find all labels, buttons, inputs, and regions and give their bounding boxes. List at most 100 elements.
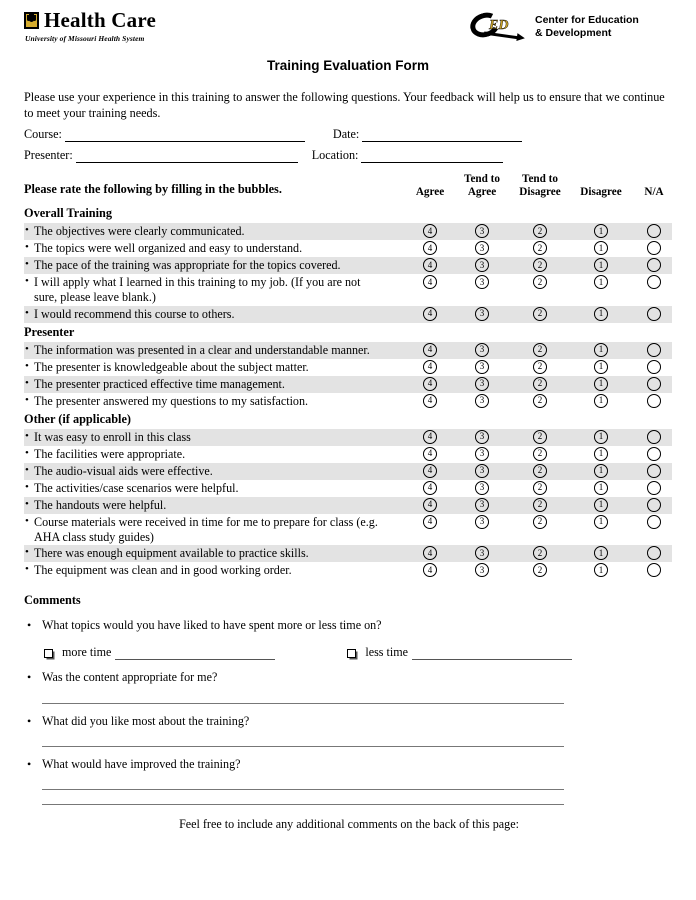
rating-bubble-agree[interactable]: 4 (423, 463, 437, 478)
rating-bubble-n-a[interactable] (647, 393, 661, 408)
rating-bubble-tend-to-agree[interactable]: 3 (475, 446, 489, 461)
rating-bubble-agree[interactable]: 4 (423, 429, 437, 444)
course-input[interactable] (64, 130, 305, 143)
rating-bubble-tend-to-agree[interactable]: 3 (475, 224, 489, 239)
rating-bubble-tend-to-disagree[interactable]: 2 (533, 563, 547, 578)
rating-bubble-tend-to-disagree[interactable]: 2 (533, 258, 547, 273)
rating-bubble-disagree[interactable]: 1 (594, 393, 608, 408)
rating-bubble-agree[interactable]: 4 (423, 376, 437, 391)
rating-bubble-tend-to-agree[interactable]: 3 (475, 275, 489, 290)
rating-bubble-tend-to-agree[interactable]: 3 (475, 546, 489, 561)
rating-bubble-disagree[interactable]: 1 (594, 546, 608, 561)
rating-bubble-n-a[interactable] (647, 224, 661, 239)
rating-bubble-tend-to-agree[interactable]: 3 (475, 480, 489, 495)
rating-bubble-tend-to-agree[interactable]: 3 (475, 497, 489, 512)
rating-bubble-n-a[interactable] (647, 446, 661, 461)
rating-bubble-disagree[interactable]: 1 (594, 241, 608, 256)
rating-bubble-agree[interactable]: 4 (423, 393, 437, 408)
rating-bubble-n-a[interactable] (647, 359, 661, 374)
rating-bubble-disagree[interactable]: 1 (594, 446, 608, 461)
rating-bubble-disagree[interactable]: 1 (594, 376, 608, 391)
rating-bubble-tend-to-disagree[interactable]: 2 (533, 463, 547, 478)
rating-bubble-tend-to-agree[interactable]: 3 (475, 342, 489, 357)
rating-bubble-agree[interactable]: 4 (423, 275, 437, 290)
less-time-checkbox[interactable] (347, 649, 357, 659)
rating-bubble-disagree[interactable]: 1 (594, 224, 608, 239)
rating-bubble-agree[interactable]: 4 (423, 563, 437, 578)
rating-bubble-n-a[interactable] (647, 480, 661, 495)
rating-bubble-tend-to-agree[interactable]: 3 (475, 514, 489, 529)
rating-bubble-disagree[interactable]: 1 (594, 342, 608, 357)
rating-bubble-agree[interactable]: 4 (423, 359, 437, 374)
rating-bubble-n-a[interactable] (647, 514, 661, 529)
rating-bubble-disagree[interactable]: 1 (594, 463, 608, 478)
rating-bubble-n-a[interactable] (647, 275, 661, 290)
presenter-input[interactable] (75, 151, 298, 164)
rating-bubble-agree[interactable]: 4 (423, 480, 437, 495)
rating-bubble-disagree[interactable]: 1 (594, 306, 608, 321)
rating-bubble-tend-to-agree[interactable]: 3 (475, 359, 489, 374)
comment-answer-2[interactable] (42, 702, 564, 704)
rating-bubble-n-a[interactable] (647, 563, 661, 578)
rating-bubble-tend-to-agree[interactable]: 3 (475, 393, 489, 408)
rating-bubble-n-a[interactable] (647, 429, 661, 444)
location-input[interactable] (361, 151, 504, 164)
comment-answer-4-line-2[interactable] (42, 803, 564, 805)
rating-bubble-disagree[interactable]: 1 (594, 275, 608, 290)
course-label: Course: (24, 127, 62, 142)
rating-bubble-tend-to-agree[interactable]: 3 (475, 241, 489, 256)
rating-bubble-tend-to-disagree[interactable]: 2 (533, 359, 547, 374)
rating-bubble-tend-to-disagree[interactable]: 2 (533, 429, 547, 444)
rating-bubble-n-a[interactable] (647, 342, 661, 357)
rating-bubble-n-a[interactable] (647, 376, 661, 391)
rating-bubble-n-a[interactable] (647, 546, 661, 561)
rating-bubble-tend-to-disagree[interactable]: 2 (533, 376, 547, 391)
rating-bubble-tend-to-disagree[interactable]: 2 (533, 546, 547, 561)
rating-bubble-disagree[interactable]: 1 (594, 429, 608, 444)
rating-bubble-tend-to-agree[interactable]: 3 (475, 306, 489, 321)
rating-bubble-disagree[interactable]: 1 (594, 480, 608, 495)
rating-bubble-tend-to-disagree[interactable]: 2 (533, 393, 547, 408)
rating-bubble-n-a[interactable] (647, 241, 661, 256)
rating-bubble-tend-to-disagree[interactable]: 2 (533, 342, 547, 357)
rating-bubble-agree[interactable]: 4 (423, 258, 437, 273)
rating-bubble-tend-to-agree[interactable]: 3 (475, 463, 489, 478)
rating-bubble-tend-to-agree[interactable]: 3 (475, 429, 489, 444)
rating-bubble-tend-to-disagree[interactable]: 2 (533, 446, 547, 461)
rating-bubble-cell (630, 463, 678, 478)
rating-bubble-cell: 2 (508, 463, 572, 478)
rating-bubble-tend-to-disagree[interactable]: 2 (533, 497, 547, 512)
less-time-input[interactable] (412, 648, 573, 661)
rating-bubble-agree[interactable]: 4 (423, 224, 437, 239)
more-time-checkbox[interactable] (44, 649, 53, 659)
comment-answer-3[interactable] (42, 745, 564, 747)
rating-bubble-agree[interactable]: 4 (423, 241, 437, 256)
rating-bubble-n-a[interactable] (647, 463, 661, 478)
rating-bubble-tend-to-disagree[interactable]: 2 (533, 275, 547, 290)
rating-bubble-n-a[interactable] (647, 258, 661, 273)
rating-bubble-tend-to-agree[interactable]: 3 (475, 376, 489, 391)
rating-bubble-agree[interactable]: 4 (423, 514, 437, 529)
comment-answer-4-line-1[interactable] (42, 788, 564, 790)
rating-bubble-disagree[interactable]: 1 (594, 514, 608, 529)
rating-bubble-tend-to-disagree[interactable]: 2 (533, 306, 547, 321)
rating-bubble-tend-to-agree[interactable]: 3 (475, 563, 489, 578)
rating-bubble-agree[interactable]: 4 (423, 446, 437, 461)
rating-bubble-disagree[interactable]: 1 (594, 359, 608, 374)
rating-bubble-agree[interactable]: 4 (423, 342, 437, 357)
rating-bubble-n-a[interactable] (647, 306, 661, 321)
rating-bubble-agree[interactable]: 4 (423, 546, 437, 561)
rating-bubble-tend-to-disagree[interactable]: 2 (533, 241, 547, 256)
rating-bubble-disagree[interactable]: 1 (594, 563, 608, 578)
rating-bubble-tend-to-disagree[interactable]: 2 (533, 514, 547, 529)
rating-bubble-tend-to-agree[interactable]: 3 (475, 258, 489, 273)
rating-bubble-tend-to-disagree[interactable]: 2 (533, 224, 547, 239)
rating-bubble-tend-to-disagree[interactable]: 2 (533, 480, 547, 495)
rating-bubble-n-a[interactable] (647, 497, 661, 512)
date-input[interactable] (362, 130, 523, 143)
rating-bubble-disagree[interactable]: 1 (594, 258, 608, 273)
rating-bubble-agree[interactable]: 4 (423, 497, 437, 512)
more-time-input[interactable] (115, 648, 276, 661)
rating-bubble-agree[interactable]: 4 (423, 306, 437, 321)
rating-bubble-disagree[interactable]: 1 (594, 497, 608, 512)
